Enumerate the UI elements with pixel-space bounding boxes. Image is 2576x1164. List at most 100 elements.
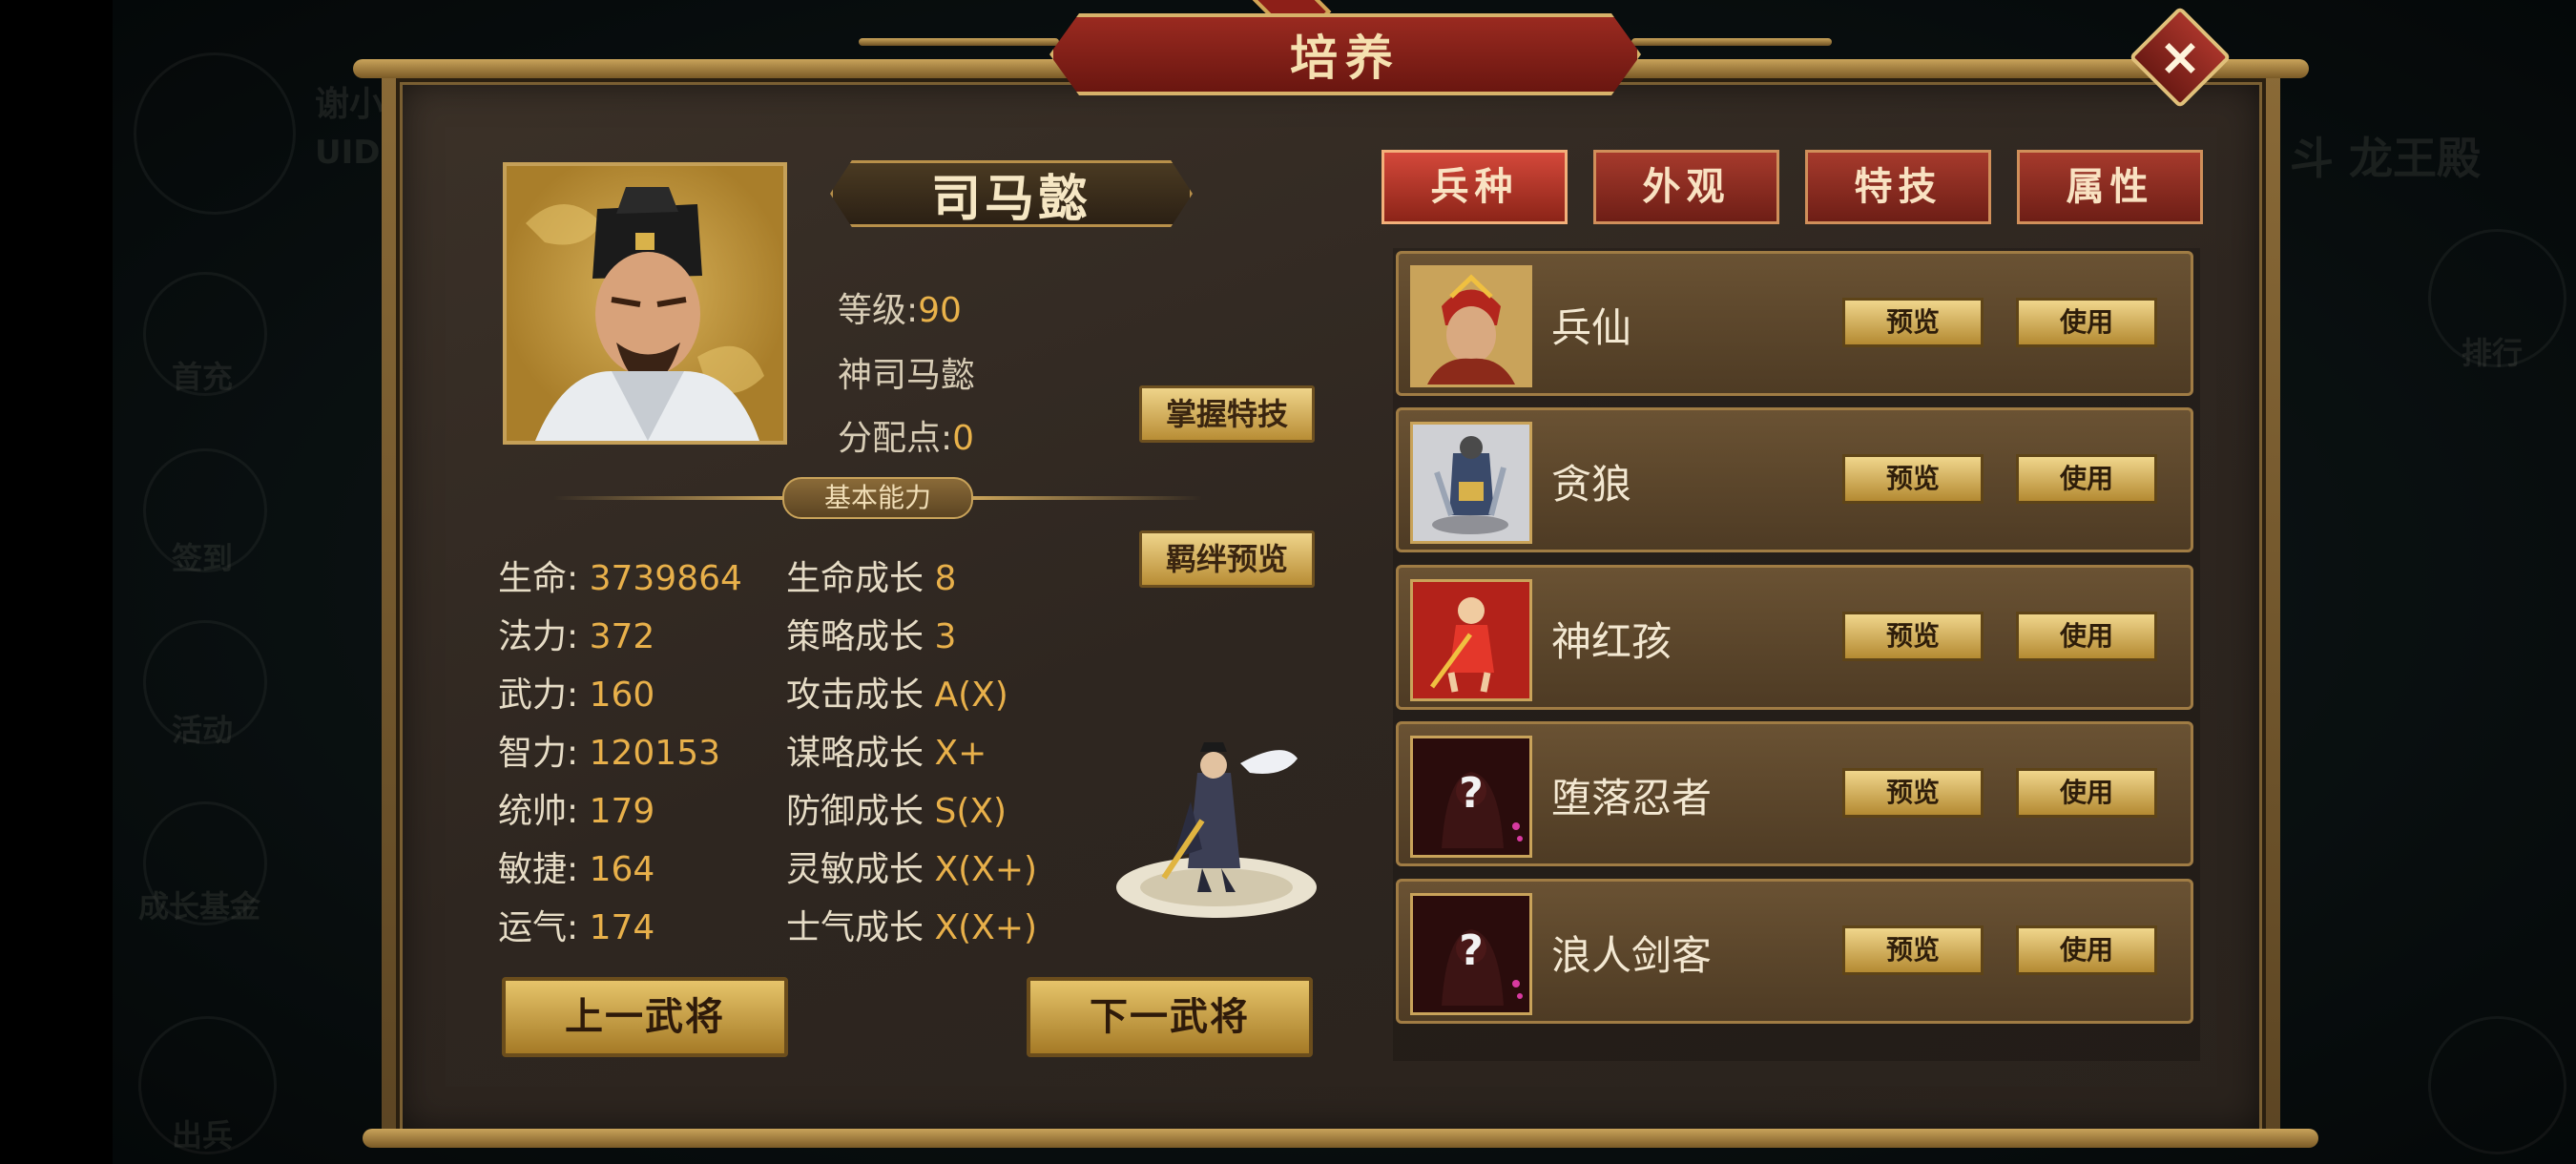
troop-thumb: ? (1410, 736, 1532, 858)
growth-label: 防御成长 (786, 792, 924, 831)
growth-label: 谋略成长 (786, 734, 924, 773)
growth-label: 生命成长 (786, 559, 924, 598)
growth-value: 8 (934, 559, 957, 598)
use-button[interactable]: 使用 (2016, 454, 2157, 504)
stat-label: 运气: (498, 908, 579, 947)
preview-button[interactable]: 预览 (1842, 454, 1984, 504)
stat-mana: 法力: 372 (498, 609, 654, 658)
use-button[interactable]: 使用 (2016, 298, 2157, 347)
growth-label: 灵敏成长 (786, 850, 924, 889)
locked-question-icon: ? (1413, 896, 1529, 1012)
use-button[interactable]: 使用 (2016, 768, 2157, 818)
use-button[interactable]: 使用 (2016, 925, 2157, 975)
hero-name-plate: 司马懿 (830, 160, 1193, 227)
master-skill-button[interactable]: 掌握特技 (1139, 385, 1315, 443)
growth-label: 策略成长 (786, 617, 924, 656)
growth-value: X+ (934, 734, 987, 773)
growth-morale: 士气成长 X(X+) (786, 900, 1037, 949)
growth-strategy: 策略成长 3 (786, 609, 956, 658)
svg-text:?: ? (1459, 769, 1484, 818)
stat-value: 120153 (589, 734, 721, 773)
basic-ability-label: 基本能力 (782, 477, 973, 519)
troop-name: 神红孩 (1551, 618, 1672, 665)
stat-label: 武力: (498, 676, 579, 715)
armored-knight-icon (1413, 425, 1529, 541)
stat-force: 武力: 160 (498, 667, 654, 717)
troop-row-bingxian: 兵仙 预览 使用 (1396, 251, 2193, 396)
stat-value: 179 (589, 792, 655, 831)
stat-label: 敏捷: (498, 850, 579, 889)
preview-button[interactable]: 预览 (1842, 768, 1984, 818)
troop-thumb (1410, 422, 1532, 544)
stat-intellect: 智力: 120153 (498, 725, 720, 775)
hero-points: 分配点:0 (838, 410, 974, 460)
bond-preview-button[interactable]: 羁绊预览 (1139, 530, 1315, 588)
stat-label: 智力: (498, 734, 579, 773)
growth-tactics: 谋略成长 X+ (786, 725, 987, 775)
stat-value: 164 (589, 850, 655, 889)
troop-name: 浪人剑客 (1551, 932, 1713, 979)
hero-portrait (503, 162, 787, 445)
growth-value: X(X+) (934, 908, 1038, 947)
troop-row-tanlang: 贪狼 预览 使用 (1396, 407, 2193, 552)
hero-title: 神司马懿 (838, 356, 976, 395)
growth-agility: 灵敏成长 X(X+) (786, 842, 1037, 891)
section-rule-right (973, 496, 1202, 500)
growth-hp: 生命成长 8 (786, 551, 956, 600)
growth-value: X(X+) (934, 850, 1038, 889)
svg-text:?: ? (1459, 926, 1484, 975)
tab-appearance[interactable]: 外观 (1593, 150, 1779, 224)
troop-thumb (1410, 579, 1532, 701)
window-title: 培养 (1290, 30, 1401, 86)
points-value: 0 (952, 419, 975, 458)
growth-label: 攻击成长 (786, 676, 924, 715)
hero-name: 司马懿 (930, 169, 1091, 228)
preview-button[interactable]: 预览 (1842, 298, 1984, 347)
troop-name: 兵仙 (1551, 304, 1632, 351)
stat-luck: 运气: 174 (498, 900, 654, 949)
troop-thumb: ? (1410, 893, 1532, 1015)
title-plate: 培养 (1049, 13, 1641, 95)
troop-name: 堕落忍者 (1551, 775, 1713, 821)
top-deco-left (859, 38, 1059, 46)
warrior-portrait-icon (1413, 268, 1529, 385)
top-deco-right (1631, 38, 1832, 46)
level-value: 90 (918, 291, 962, 330)
hero-level: 等级:90 (838, 282, 962, 332)
growth-defense: 防御成长 S(X) (786, 783, 1007, 833)
troop-row-fallen-ninja: ? 堕落忍者 预览 使用 (1396, 721, 2193, 866)
growth-attack: 攻击成长 A(X) (786, 667, 1008, 717)
preview-button[interactable]: 预览 (1842, 925, 1984, 975)
stat-command: 统帅: 179 (498, 783, 654, 833)
growth-value: S(X) (934, 792, 1008, 831)
troop-name: 贪狼 (1551, 461, 1632, 508)
prev-general-button[interactable]: 上一武将 (502, 977, 788, 1057)
troop-thumb (1410, 265, 1532, 387)
tab-special-skill[interactable]: 特技 (1805, 150, 1991, 224)
stat-label: 生命: (498, 559, 579, 598)
close-icon[interactable]: × (2151, 25, 2209, 90)
locked-question-icon: ? (1413, 738, 1529, 855)
stat-value: 174 (589, 908, 655, 947)
preview-button[interactable]: 预览 (1842, 612, 1984, 661)
screen-edge (0, 0, 113, 1164)
stat-label: 法力: (498, 617, 579, 656)
points-label: 分配点: (838, 419, 953, 458)
section-rule-left (553, 496, 782, 500)
tab-attributes[interactable]: 属性 (2017, 150, 2203, 224)
growth-label: 士气成长 (786, 908, 924, 947)
troop-row-ronin-swordsman: ? 浪人剑客 预览 使用 (1396, 879, 2193, 1024)
hero-portrait-art (526, 187, 764, 441)
use-button[interactable]: 使用 (2016, 612, 2157, 661)
next-general-button[interactable]: 下一武将 (1027, 977, 1313, 1057)
level-label: 等级: (838, 291, 919, 330)
growth-value: A(X) (934, 676, 1008, 715)
hero-sprite-art (1116, 742, 1317, 918)
stat-value: 372 (589, 617, 655, 656)
game-screen: 谢小 UID 斗 龙王殿 首充 签到 活动 成长基金 出兵 排行 培养 × 司马… (0, 0, 2576, 1164)
hero-sprite (1107, 735, 1326, 925)
stat-label: 统帅: (498, 792, 579, 831)
stat-value: 3739864 (589, 559, 742, 598)
tab-troop-type[interactable]: 兵种 (1381, 150, 1568, 224)
bottom-rail (363, 1129, 2318, 1148)
